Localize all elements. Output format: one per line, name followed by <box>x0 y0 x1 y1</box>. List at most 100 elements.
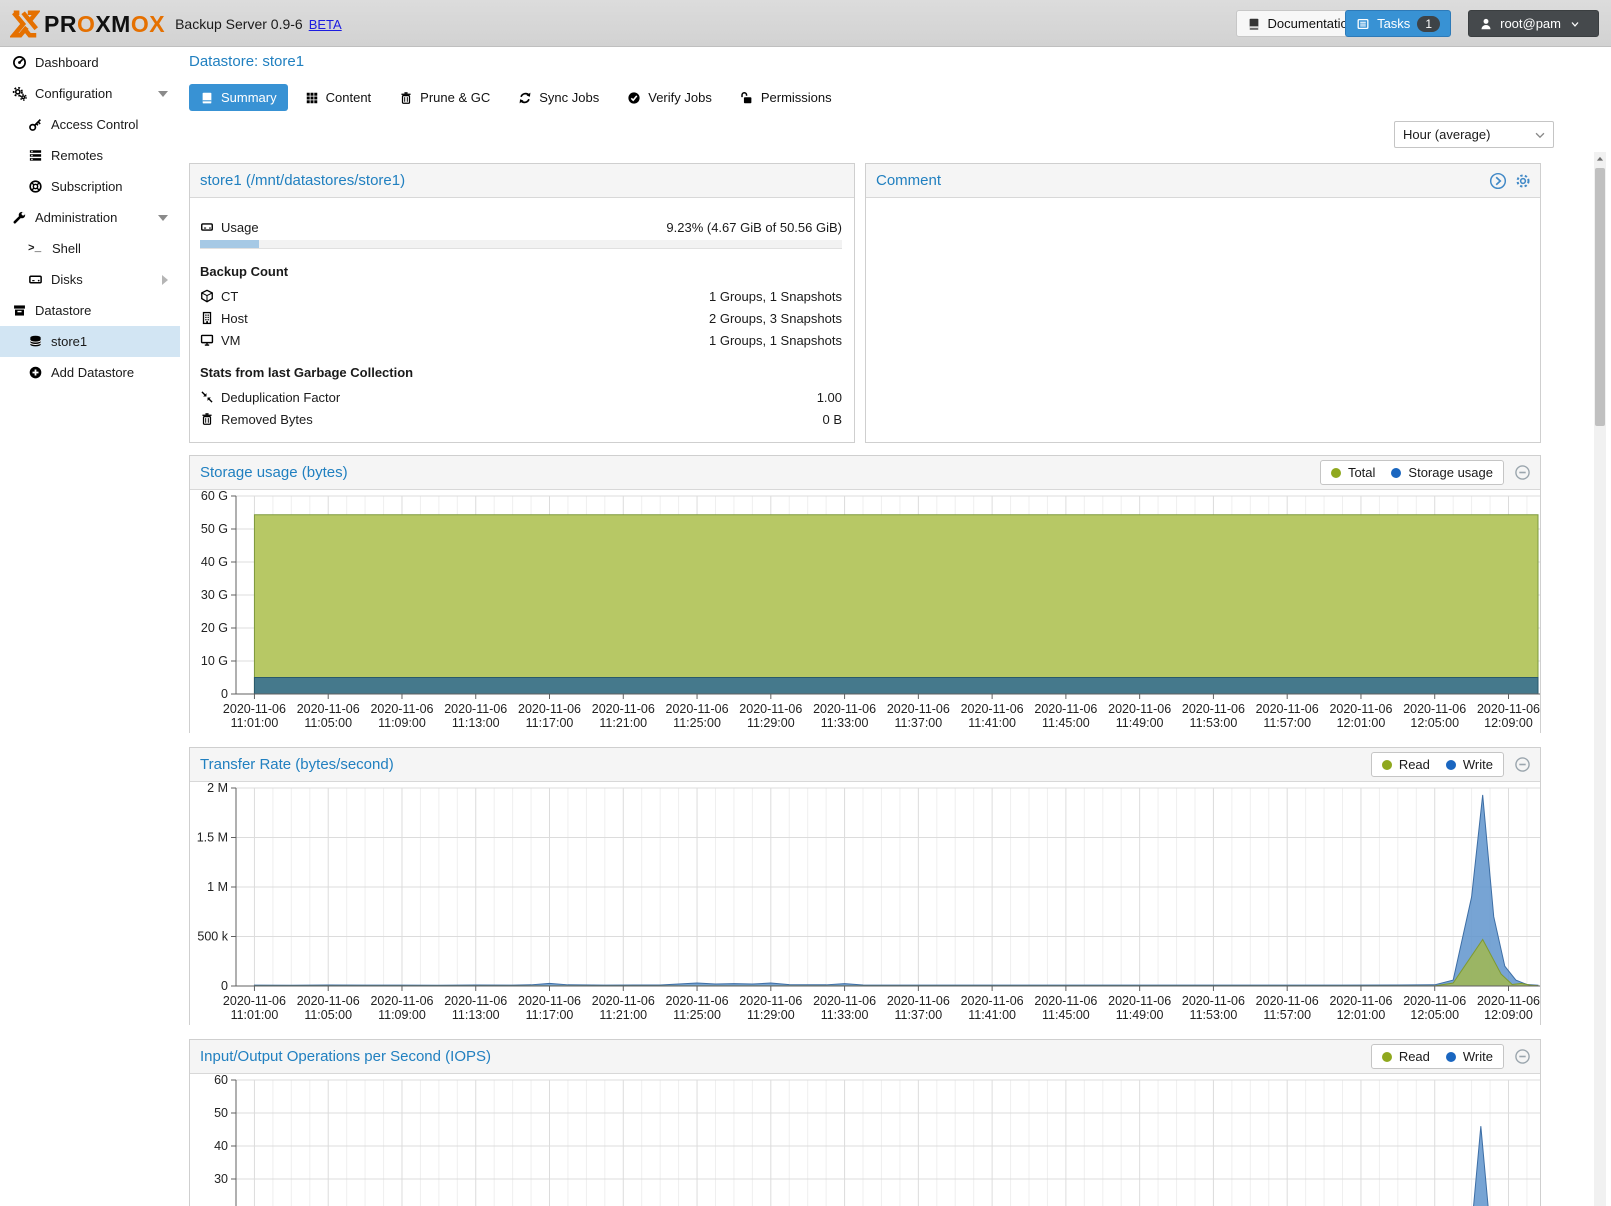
svg-text:1.5 M: 1.5 M <box>197 831 228 845</box>
backup-row-ct: CT 1 Groups, 1 Snapshots <box>200 287 842 305</box>
comment-body[interactable] <box>866 198 1540 442</box>
svg-text:11:05:00: 11:05:00 <box>304 1008 352 1022</box>
scrollbar-thumb[interactable] <box>1595 168 1605 426</box>
svg-text:11:17:00: 11:17:00 <box>526 1008 574 1022</box>
svg-text:11:21:00: 11:21:00 <box>599 1008 647 1022</box>
svg-text:11:25:00: 11:25:00 <box>673 716 721 730</box>
chevron-down-icon <box>1569 18 1581 30</box>
svg-text:2020-11-06: 2020-11-06 <box>1403 994 1466 1008</box>
scroll-up-arrow[interactable] <box>1594 152 1606 166</box>
chart-legend: Read Write <box>1371 752 1504 777</box>
svg-text:11:57:00: 11:57:00 <box>1263 716 1311 730</box>
svg-text:2020-11-06: 2020-11-06 <box>739 702 802 716</box>
sidebar-item-add-datastore[interactable]: Add Datastore <box>0 357 180 388</box>
unlock-icon <box>740 91 754 105</box>
tab-verify-jobs[interactable]: Verify Jobs <box>616 84 723 111</box>
sync-icon <box>518 91 532 105</box>
vertical-scrollbar[interactable] <box>1594 152 1606 1206</box>
page-title: Datastore: store1 <box>189 53 304 70</box>
svg-text:2020-11-06: 2020-11-06 <box>1403 702 1466 716</box>
svg-text:2020-11-06: 2020-11-06 <box>592 994 655 1008</box>
hdd-icon <box>28 272 43 287</box>
gauge-icon <box>12 55 27 70</box>
sidebar-item-remotes[interactable]: Remotes <box>0 140 180 171</box>
svg-text:2020-11-06: 2020-11-06 <box>961 994 1024 1008</box>
svg-text:2020-11-06: 2020-11-06 <box>666 702 729 716</box>
sidebar-item-dashboard[interactable]: Dashboard <box>0 47 180 78</box>
transfer-rate-chart-panel: Transfer Rate (bytes/second) Read Write … <box>189 747 1541 1025</box>
chart-title: Storage usage (bytes) <box>200 464 348 481</box>
datastore-summary-panel: store1 (/mnt/datastores/store1) Usage 9.… <box>189 163 855 443</box>
tab-prune-gc[interactable]: Prune & GC <box>388 84 501 111</box>
svg-text:2020-11-06: 2020-11-06 <box>592 702 655 716</box>
storage-usage-chart: 010 G20 G30 G40 G50 G60 G2020-11-0611:01… <box>190 490 1540 734</box>
desktop-icon <box>200 333 214 347</box>
book-icon <box>1247 17 1261 31</box>
svg-text:2020-11-06: 2020-11-06 <box>1034 702 1097 716</box>
compress-icon <box>200 390 214 404</box>
sidebar-item-shell[interactable]: >_ Shell <box>0 233 180 264</box>
svg-text:10 G: 10 G <box>201 654 228 668</box>
svg-text:11:29:00: 11:29:00 <box>747 1008 795 1022</box>
svg-text:2020-11-06: 2020-11-06 <box>1477 994 1540 1008</box>
svg-text:12:01:00: 12:01:00 <box>1337 1008 1386 1022</box>
tab-bar: Summary Content Prune & GC Sync Jobs Ver… <box>189 84 843 111</box>
svg-text:50: 50 <box>214 1106 228 1120</box>
transfer-rate-chart: 0500 k1 M1.5 M2 M2020-11-0611:01:002020-… <box>190 782 1540 1026</box>
remotes-icon <box>28 148 43 163</box>
sidebar-item-access-control[interactable]: Access Control <box>0 109 180 140</box>
tab-summary[interactable]: Summary <box>189 84 288 111</box>
chart-title: Input/Output Operations per Second (IOPS… <box>200 1048 491 1065</box>
svg-text:11:05:00: 11:05:00 <box>304 716 352 730</box>
beta-link[interactable]: BETA <box>309 17 342 32</box>
sidebar-item-administration[interactable]: Administration <box>0 202 180 233</box>
svg-text:12:09:00: 12:09:00 <box>1484 1008 1533 1022</box>
svg-text:11:33:00: 11:33:00 <box>821 716 869 730</box>
svg-text:60: 60 <box>214 1074 228 1087</box>
svg-text:2020-11-06: 2020-11-06 <box>1108 702 1171 716</box>
task-list-icon <box>1356 17 1370 31</box>
sidebar-item-disks[interactable]: Disks <box>0 264 180 295</box>
tab-sync-jobs[interactable]: Sync Jobs <box>507 84 610 111</box>
legend-dot-total <box>1331 468 1341 478</box>
svg-text:2020-11-06: 2020-11-06 <box>813 994 876 1008</box>
chevron-down-icon[interactable] <box>158 215 168 221</box>
svg-text:0: 0 <box>221 979 228 993</box>
svg-text:11:49:00: 11:49:00 <box>1116 716 1164 730</box>
sidebar-item-subscription[interactable]: Subscription <box>0 171 180 202</box>
svg-text:2020-11-06: 2020-11-06 <box>518 994 581 1008</box>
user-menu-button[interactable]: root@pam <box>1468 10 1599 37</box>
tasks-button[interactable]: Tasks 1 <box>1345 10 1451 37</box>
sidebar-item-configuration[interactable]: Configuration <box>0 78 180 109</box>
sidebar-item-datastore[interactable]: Datastore <box>0 295 180 326</box>
product-subtitle: Backup Server 0.9-6 <box>175 16 303 32</box>
collapse-minus-icon[interactable] <box>1514 756 1531 773</box>
svg-text:2020-11-06: 2020-11-06 <box>1256 702 1319 716</box>
chevron-down-icon <box>1533 128 1547 142</box>
svg-text:40: 40 <box>214 1139 228 1153</box>
svg-text:2020-11-06: 2020-11-06 <box>223 994 286 1008</box>
key-icon <box>28 117 43 132</box>
svg-text:2020-11-06: 2020-11-06 <box>444 994 507 1008</box>
backup-row-vm: VM 1 Groups, 1 Snapshots <box>200 331 842 349</box>
tab-content[interactable]: Content <box>294 84 383 111</box>
svg-text:30 G: 30 G <box>201 588 228 602</box>
edit-circle-icon[interactable] <box>1489 172 1507 190</box>
time-range-select[interactable]: Hour (average) <box>1394 121 1554 148</box>
svg-text:2020-11-06: 2020-11-06 <box>961 702 1024 716</box>
svg-text:11:01:00: 11:01:00 <box>231 716 279 730</box>
chevron-down-icon[interactable] <box>158 91 168 97</box>
gc-row-dedup: Deduplication Factor 1.00 <box>200 388 842 406</box>
tab-permissions[interactable]: Permissions <box>729 84 843 111</box>
svg-text:11:01:00: 11:01:00 <box>231 1008 279 1022</box>
chevron-right-icon[interactable] <box>162 275 168 285</box>
legend-dot-storage-usage <box>1391 468 1401 478</box>
gear-icon[interactable] <box>1514 172 1532 190</box>
collapse-minus-icon[interactable] <box>1514 1048 1531 1065</box>
tasks-count-badge: 1 <box>1417 16 1440 32</box>
collapse-minus-icon[interactable] <box>1514 464 1531 481</box>
sidebar-item-store1[interactable]: store1 <box>0 326 180 357</box>
brand-wordmark: PROXMOX <box>44 11 165 38</box>
svg-text:2020-11-06: 2020-11-06 <box>297 702 360 716</box>
backup-row-host: Host 2 Groups, 3 Snapshots <box>200 309 842 327</box>
